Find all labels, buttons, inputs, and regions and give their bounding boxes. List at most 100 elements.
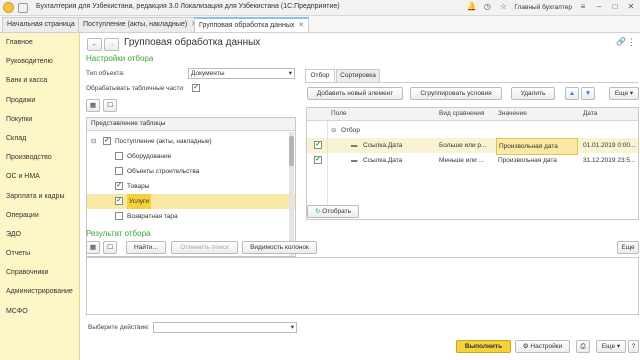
object-type-select[interactable]: Документы ▾ xyxy=(188,68,295,79)
tree-checkbox[interactable] xyxy=(115,212,123,220)
form-menu-icon[interactable]: ⋮ xyxy=(627,37,636,48)
sidebar-item-ifrs[interactable]: МСФО xyxy=(0,302,79,321)
chevron-down-icon[interactable]: ▾ xyxy=(291,323,294,332)
comparison-cell: Меньше или ... xyxy=(439,157,484,164)
move-down-button[interactable]: ▼ xyxy=(581,87,595,100)
execute-button[interactable]: Выполнить xyxy=(456,340,511,353)
check-all-button[interactable]: ▦ xyxy=(86,99,100,112)
action-select[interactable]: ▾ xyxy=(153,322,297,333)
current-user[interactable]: Главный бухгалтер xyxy=(514,4,572,11)
date-cell: 01.01.2019 0:00... xyxy=(583,142,636,149)
tab-sorting[interactable]: Сортировка xyxy=(336,69,380,82)
history-icon[interactable]: ◷ xyxy=(482,2,492,12)
result-more-button[interactable]: Еще xyxy=(617,241,639,254)
tab-filter-label: Отбор xyxy=(310,72,330,79)
add-element-button[interactable]: Добавить новый элемент xyxy=(307,87,403,100)
tab-receipt[interactable]: Поступление (акты, накладные)✕ xyxy=(78,17,203,32)
tree-row-label: Объекты строительства xyxy=(127,168,200,175)
sidebar-item-operations[interactable]: Операции xyxy=(0,206,79,225)
filter-grid: Поле Вид сравнения Значение Дата ⊖ Отбор… xyxy=(306,107,639,220)
link-icon[interactable]: 🔗 xyxy=(616,37,626,46)
grid-group-label: Отбор xyxy=(341,127,360,134)
star-icon[interactable]: ☆ xyxy=(498,2,508,12)
tree-checkbox[interactable]: ✓ xyxy=(115,197,123,205)
uncheck-all-button[interactable]: ☐ xyxy=(103,99,117,112)
settings-icon[interactable]: ≡ xyxy=(578,2,588,12)
grid-row[interactable]: ✓ ▬ Ссылка.Дата Больше или р... Произвол… xyxy=(307,138,638,155)
sidebar-item-admin[interactable]: Администрирование xyxy=(0,282,79,301)
tab-label: Начальная страница xyxy=(7,21,75,28)
process-tables-checkbox[interactable]: ✓ xyxy=(192,84,200,92)
menu-icon[interactable] xyxy=(18,3,28,13)
tree-checkbox[interactable] xyxy=(115,167,123,175)
collapse-icon[interactable]: ⊖ xyxy=(331,123,336,138)
move-up-button[interactable]: ▲ xyxy=(565,87,579,100)
cancel-search-button[interactable]: Отменить поиск xyxy=(171,241,238,254)
grid-group-row[interactable]: ⊖ Отбор xyxy=(307,123,638,138)
close-tab-icon[interactable]: ✕ xyxy=(298,22,304,29)
col-field: Поле xyxy=(331,110,347,117)
minimize-icon[interactable]: – xyxy=(594,2,604,12)
close-icon[interactable]: ✕ xyxy=(626,2,636,12)
result-check-all-button[interactable]: ▦ xyxy=(86,241,100,254)
tab-home[interactable]: Начальная страница xyxy=(2,17,80,32)
settings-button[interactable]: ⚙ Настройки xyxy=(515,340,570,353)
sidebar-item-warehouse[interactable]: Склад xyxy=(0,129,79,148)
tab-group-processing[interactable]: Групповая обработка данных ✕ xyxy=(194,17,310,32)
bottom-more-button[interactable]: Еще ▾ xyxy=(596,340,626,353)
settings-gear-icon: ⚙ xyxy=(522,343,529,350)
group-conditions-button[interactable]: Сгруппировать условия xyxy=(410,87,502,100)
row-checkbox[interactable]: ✓ xyxy=(314,156,322,164)
back-button[interactable]: ← xyxy=(87,38,102,51)
result-grid xyxy=(86,257,639,315)
tree-row-label: Поступление (акты, накладные) xyxy=(115,138,212,145)
maximize-icon[interactable]: □ xyxy=(610,2,620,12)
columns-visibility-button[interactable]: Видимость колонок xyxy=(242,241,317,254)
bell-icon[interactable]: 🔔 xyxy=(466,2,476,12)
print-button[interactable]: ⎙ xyxy=(576,340,590,353)
result-section-title: Результат отбора xyxy=(86,229,151,238)
tree-row[interactable]: Оборудование xyxy=(87,149,295,164)
titlebar-icons xyxy=(18,3,28,13)
sidebar-item-purchases[interactable]: Покупки xyxy=(0,110,79,129)
tree-row[interactable]: Объекты строительства xyxy=(87,164,295,179)
tree-row[interactable]: ✓ Товары xyxy=(87,179,295,194)
find-button[interactable]: Найти... xyxy=(126,241,166,254)
chevron-down-icon[interactable]: ▾ xyxy=(289,69,292,78)
tree-header: Представление таблицы xyxy=(87,118,295,131)
tree-checkbox[interactable]: ✓ xyxy=(103,137,111,145)
forward-button[interactable]: → xyxy=(104,38,119,51)
tree-checkbox[interactable]: ✓ xyxy=(115,182,123,190)
tree-checkbox[interactable] xyxy=(115,152,123,160)
filter-more-button[interactable]: Еще ▾ xyxy=(609,87,639,100)
sidebar-item-directories[interactable]: Справочники xyxy=(0,263,79,282)
help-button[interactable]: ? xyxy=(628,340,639,353)
sidebar-item-assets[interactable]: ОС и НМА xyxy=(0,167,79,186)
sidebar-item-payroll[interactable]: Зарплата и кадры xyxy=(0,187,79,206)
delete-button[interactable]: Удалить xyxy=(511,87,555,100)
tree-row-label: Услуги xyxy=(127,194,151,209)
tree-row[interactable]: ⊟ ✓ Поступление (акты, накладные) xyxy=(87,134,295,149)
tree-scrollbar[interactable] xyxy=(289,132,294,256)
sidebar-item-sales[interactable]: Продажи xyxy=(0,91,79,110)
sidebar-item-production[interactable]: Производство xyxy=(0,148,79,167)
value-cell[interactable]: Произвольная дата xyxy=(498,153,578,168)
collapse-icon[interactable]: ⊟ xyxy=(91,134,96,149)
tab-filter[interactable]: Отбор xyxy=(305,69,335,82)
scroll-thumb[interactable] xyxy=(289,136,294,166)
sidebar-item-edo[interactable]: ЭДО xyxy=(0,225,79,244)
grid-row[interactable]: ✓ ▬ Ссылка.Дата Меньше или ... Произволь… xyxy=(307,153,638,168)
select-button[interactable]: ↻ Отобрать xyxy=(307,205,359,218)
tabs-divider xyxy=(305,82,638,83)
sidebar-item-main[interactable]: Главное xyxy=(0,33,79,52)
tree-row[interactable]: Возвратная тара xyxy=(87,209,295,224)
refresh-icon: ↻ xyxy=(314,208,321,215)
window-titlebar: Бухгалтерия для Узбекистана, редакция 3.… xyxy=(0,0,640,16)
sidebar-item-manager[interactable]: Руководителю xyxy=(0,52,79,71)
sidebar-item-bank[interactable]: Банк и касса xyxy=(0,71,79,90)
result-uncheck-all-button[interactable]: ☐ xyxy=(103,241,117,254)
date-cell: 31.12.2019 23:5... xyxy=(583,157,636,164)
row-checkbox[interactable]: ✓ xyxy=(314,141,322,149)
sidebar-item-reports[interactable]: Отчеты xyxy=(0,244,79,263)
tree-row-selected[interactable]: ✓ Услуги xyxy=(87,194,295,209)
